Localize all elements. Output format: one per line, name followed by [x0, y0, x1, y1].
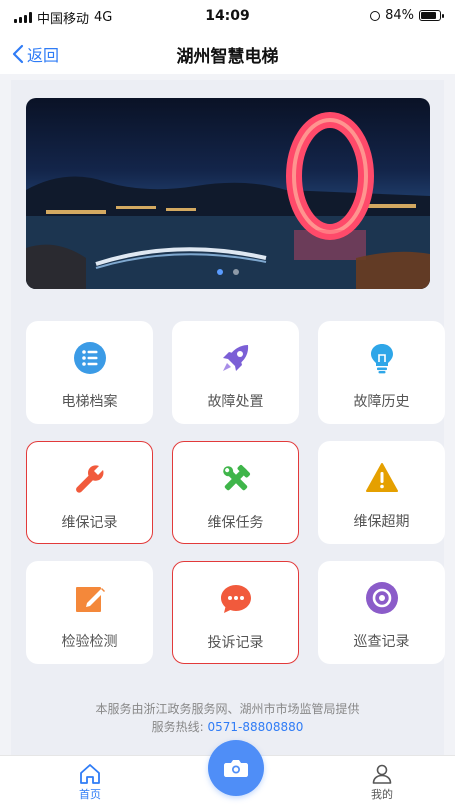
- tab-home-label: 首页: [79, 788, 101, 801]
- home-icon: [80, 764, 100, 784]
- target-icon: [365, 582, 398, 614]
- banner-carousel[interactable]: [26, 98, 430, 289]
- hotline-number-link[interactable]: 0571-88808880: [207, 720, 303, 734]
- service-info: 本服务由浙江政务服务网、湖州市市场监管局提供 服务热线: 0571-888088…: [11, 700, 444, 736]
- menu-item-label: 巡查记录: [353, 634, 410, 650]
- menu-item-label: 投诉记录: [207, 635, 264, 651]
- menu-item-maintenance-records[interactable]: 维保记录: [26, 441, 153, 544]
- menu-item-label: 故障处置: [207, 394, 264, 410]
- page-title: 湖州智慧电梯: [176, 47, 279, 67]
- chat-icon: [220, 585, 251, 613]
- tab-home[interactable]: 首页: [50, 762, 130, 802]
- tab-mine-label: 我的: [371, 788, 393, 801]
- menu-item-maintenance-tasks[interactable]: 维保任务: [172, 441, 299, 544]
- menu-item-maintenance-overdue[interactable]: 维保超期: [318, 441, 445, 544]
- list-icon: [73, 342, 106, 374]
- carousel-dot[interactable]: [233, 269, 239, 275]
- menu-item-label: 检验检测: [61, 634, 118, 650]
- menu-item-complaint-records[interactable]: 投诉记录: [172, 561, 299, 664]
- carousel-indicator: [26, 269, 430, 275]
- menu-item-elevator-archive[interactable]: 电梯档案: [26, 321, 153, 424]
- provider-text: 本服务由浙江政务服务网、湖州市市场监管局提供: [95, 702, 360, 716]
- lightbulb-icon: [370, 344, 393, 374]
- orientation-lock-icon: [370, 10, 381, 21]
- menu-item-label: 维保超期: [353, 514, 410, 530]
- menu-item-fault-handling[interactable]: 故障处置: [172, 321, 299, 424]
- hotline-label: 服务热线:: [151, 720, 208, 734]
- status-bar: 中国移动 4G 14:09 84%: [0, 0, 455, 34]
- battery-percent: 84%: [385, 8, 414, 23]
- edit-icon: [75, 587, 105, 612]
- warning-icon: [365, 463, 398, 492]
- camera-button[interactable]: [208, 740, 264, 796]
- camera-icon: [224, 760, 248, 777]
- rocket-icon: [222, 345, 248, 371]
- menu-item-patrol-records[interactable]: 巡查记录: [318, 561, 445, 664]
- user-icon: [372, 764, 392, 784]
- battery-icon: [419, 10, 444, 21]
- main-content: 电梯档案 故障处置 故障历史 维保记录 维保任务 维保超期 检验检测 投诉记录 …: [11, 80, 445, 755]
- menu-item-label: 电梯档案: [61, 394, 118, 410]
- menu-item-label: 故障历史: [353, 394, 410, 410]
- menu-item-label: 维保任务: [207, 515, 264, 531]
- menu-item-label: 维保记录: [61, 515, 118, 531]
- tab-mine[interactable]: 我的: [342, 762, 422, 802]
- menu-item-fault-history[interactable]: 故障历史: [318, 321, 445, 424]
- navigation-bar: 返回 湖州智慧电梯: [0, 34, 455, 74]
- menu-item-inspection-testing[interactable]: 检验检测: [26, 561, 153, 664]
- tools-icon: [222, 464, 250, 491]
- carousel-dot[interactable]: [217, 269, 223, 275]
- wrench-icon: [75, 465, 103, 493]
- banner-image: [26, 112, 430, 289]
